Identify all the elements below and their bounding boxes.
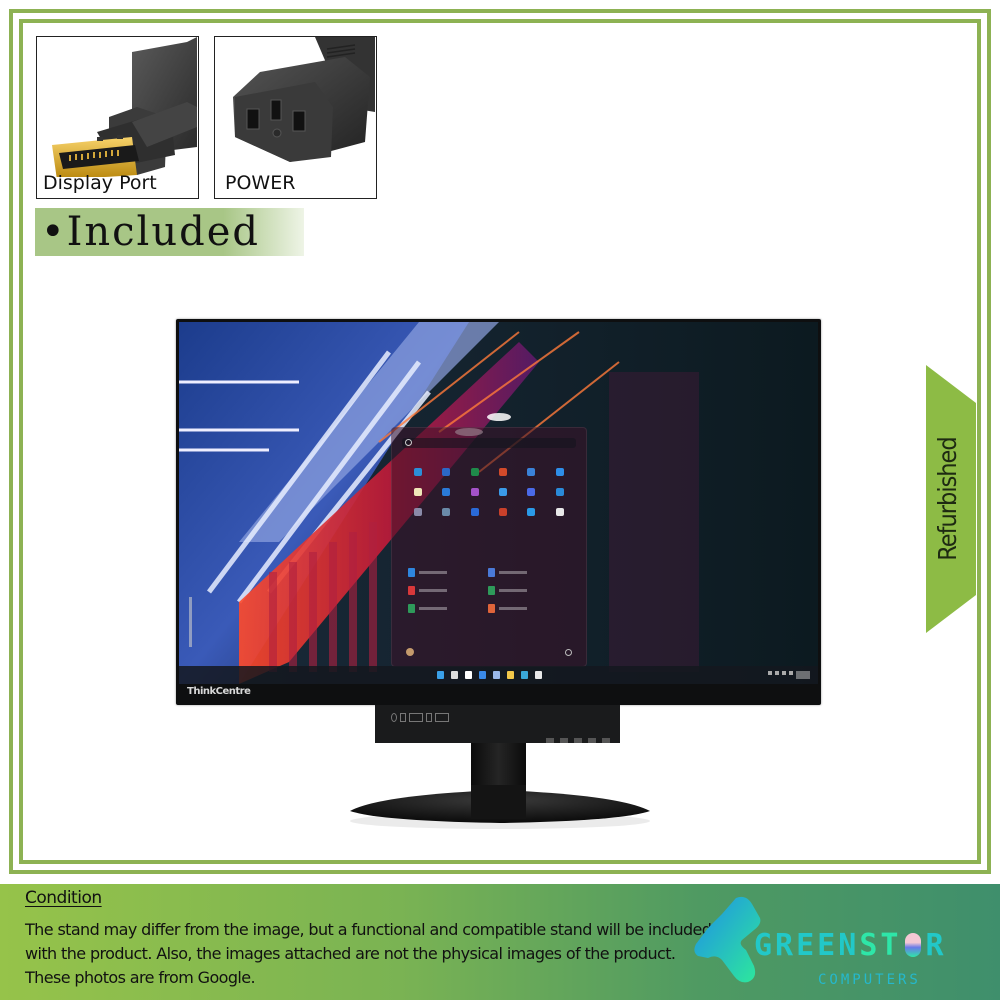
file-icon <box>408 586 415 595</box>
start-search-box[interactable] <box>402 438 576 448</box>
pinned-app-icon[interactable] <box>414 508 423 516</box>
pinned-app-icon[interactable] <box>499 468 508 476</box>
taskbar-app-icon[interactable] <box>479 671 486 679</box>
pinned-app-icon[interactable] <box>555 508 564 516</box>
taskbar-app-icon[interactable] <box>451 671 458 679</box>
power-label: POWER <box>225 172 296 194</box>
pinned-app-icon[interactable] <box>414 488 423 496</box>
pinned-app-icon[interactable] <box>527 468 536 476</box>
control-button <box>588 738 596 743</box>
taskbar-app-icon[interactable] <box>465 671 472 679</box>
recommended-item[interactable] <box>408 586 488 595</box>
pinned-app-icon[interactable] <box>555 488 564 496</box>
recommended-item[interactable] <box>408 604 488 613</box>
pinned-app-icon[interactable] <box>470 468 479 476</box>
refurbished-ribbon: Refurbished <box>926 365 976 633</box>
control-button <box>574 738 582 743</box>
taskbar <box>179 666 818 684</box>
monitor-photo: ThinkCentre <box>176 319 821 705</box>
taskbar-app-icon[interactable] <box>493 671 500 679</box>
port-icon <box>426 713 432 722</box>
control-button <box>560 738 568 743</box>
pinned-app-icon[interactable] <box>442 468 451 476</box>
pinned-app-icon[interactable] <box>499 508 508 516</box>
greenstor-logo: GREENST R COMPUTERS <box>688 884 1000 1000</box>
recommended-item[interactable] <box>488 586 568 595</box>
wifi-icon[interactable] <box>775 671 779 675</box>
recommended-item[interactable] <box>488 604 568 613</box>
taskbar-app-icon[interactable] <box>535 671 542 679</box>
file-name-placeholder <box>499 589 527 592</box>
included-banner: •Included <box>35 208 304 256</box>
condition-title: Condition <box>25 888 102 908</box>
pinned-app-icon[interactable] <box>527 508 536 516</box>
pinned-app-icon[interactable] <box>555 468 564 476</box>
power-cable-connector-icon <box>233 37 375 162</box>
file-icon <box>488 568 495 577</box>
pinned-app-icon[interactable] <box>470 488 479 496</box>
clock[interactable] <box>796 671 810 679</box>
refurbished-label: Refurbished <box>933 437 962 561</box>
displayport-label: Display Port <box>43 172 157 194</box>
recommended-list <box>408 568 568 613</box>
condition-text: The stand may differ from the image, but… <box>25 920 712 987</box>
file-icon <box>408 568 415 577</box>
file-icon <box>408 604 415 613</box>
control-button <box>602 738 610 743</box>
mouse-icon <box>905 933 922 957</box>
monitor-screen <box>179 322 818 684</box>
recommended-item[interactable] <box>408 568 488 577</box>
brand-logo: ThinkCentre <box>187 686 251 697</box>
usb-port-icon <box>435 713 449 722</box>
battery-icon[interactable] <box>789 671 793 675</box>
file-name-placeholder <box>419 607 447 610</box>
pinned-apps-grid <box>404 468 574 516</box>
pinned-app-icon[interactable] <box>527 488 536 496</box>
volume-icon[interactable] <box>782 671 786 675</box>
footer-banner: Condition The stand may differ from the … <box>0 884 1000 1000</box>
pinned-app-icon[interactable] <box>442 488 451 496</box>
recommended-item[interactable] <box>488 568 568 577</box>
displayport-connector-icon <box>52 37 197 180</box>
system-tray <box>768 671 810 679</box>
monitor-port-module <box>375 705 620 743</box>
power-cable-card: POWER <box>214 36 377 199</box>
search-icon <box>405 439 412 446</box>
pinned-app-icon[interactable] <box>499 488 508 496</box>
taskbar-app-icon[interactable] <box>437 671 444 679</box>
tray-chevron-icon[interactable] <box>768 671 772 675</box>
power-icon[interactable] <box>565 649 572 656</box>
included-label: •Included <box>41 209 260 255</box>
pinned-app-icon[interactable] <box>414 468 423 476</box>
file-icon <box>488 604 495 613</box>
file-name-placeholder <box>419 589 447 592</box>
taskbar-app-icon[interactable] <box>507 671 514 679</box>
brand-name: GREENST R <box>754 928 947 963</box>
brand-tagline: COMPUTERS <box>818 972 921 988</box>
usb-port-icon <box>409 713 423 722</box>
pinned-app-icon[interactable] <box>442 508 451 516</box>
control-button <box>546 738 554 743</box>
start-menu <box>391 427 587 667</box>
file-name-placeholder <box>499 571 527 574</box>
audio-port-icon <box>391 713 397 722</box>
monitor-stand-base <box>350 785 650 829</box>
file-name-placeholder <box>499 607 527 610</box>
file-name-placeholder <box>419 571 447 574</box>
pinned-app-icon[interactable] <box>470 508 479 516</box>
displayport-card: Display Port <box>36 36 199 199</box>
user-avatar-icon[interactable] <box>406 648 414 656</box>
file-icon <box>488 586 495 595</box>
port-icon <box>400 713 406 722</box>
taskbar-app-icon[interactable] <box>521 671 528 679</box>
taskbar-icons <box>437 671 542 679</box>
